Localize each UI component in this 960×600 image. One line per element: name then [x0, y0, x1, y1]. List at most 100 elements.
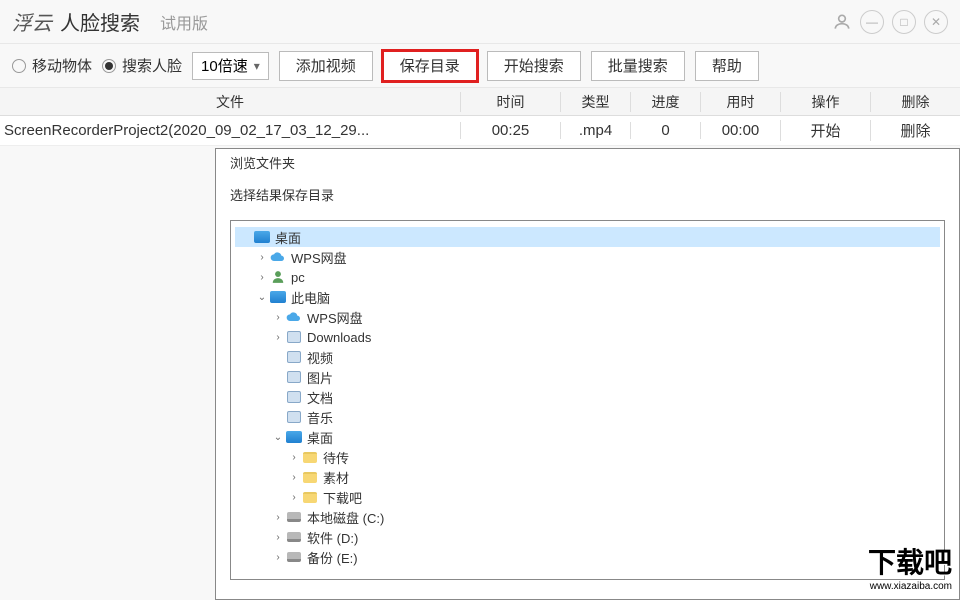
tree-item[interactable]: › 素材 [235, 467, 940, 487]
user-icon[interactable] [832, 12, 852, 32]
table-header: 文件 时间 类型 进度 用时 操作 删除 [0, 88, 960, 116]
tree-label: 素材 [323, 468, 349, 487]
toolbar: 移动物体 搜索人脸 10倍速 添加视频 保存目录 开始搜索 批量搜索 帮助 [0, 44, 960, 88]
tree-label: 文档 [307, 388, 333, 407]
generic-icon [285, 349, 303, 365]
tree-caret-icon[interactable]: ⌄ [255, 292, 269, 303]
tree-item[interactable]: 文档 [235, 387, 940, 407]
tree-item[interactable]: › 本地磁盘 (C:) [235, 507, 940, 527]
tree-caret-icon[interactable]: › [287, 452, 301, 463]
col-type-header[interactable]: 类型 [560, 92, 630, 112]
tree-caret-icon[interactable]: › [271, 552, 285, 563]
radio-label: 移动物体 [32, 55, 92, 76]
col-action-header[interactable]: 操作 [780, 92, 870, 112]
close-icon[interactable]: ✕ [924, 10, 948, 34]
drive-icon [285, 509, 303, 525]
speed-select[interactable]: 10倍速 [192, 52, 269, 80]
radio-icon [12, 59, 26, 73]
col-duration-header[interactable]: 用时 [700, 92, 780, 112]
table-row[interactable]: ScreenRecorderProject2(2020_09_02_17_03_… [0, 116, 960, 146]
tree-item[interactable]: › Downloads [235, 327, 940, 347]
tree-label: 图片 [307, 368, 333, 387]
radio-search-face[interactable]: 搜索人脸 [102, 55, 182, 76]
speed-value: 10倍速 [201, 55, 248, 76]
tree-item[interactable]: ›下载吧 [235, 487, 940, 507]
tree-label: Downloads [307, 330, 371, 345]
col-progress-header[interactable]: 进度 [630, 92, 700, 112]
tree-label: 本地磁盘 (C:) [307, 508, 384, 527]
dialog-title: 浏览文件夹 [216, 149, 959, 175]
watermark-url: www.xiazaiba.com [868, 581, 952, 592]
cloud-icon [285, 309, 303, 325]
app-version: 试用版 [160, 10, 208, 34]
tree-label: WPS网盘 [307, 308, 363, 327]
tree-item[interactable]: › WPS网盘 [235, 307, 940, 327]
cell-progress: 0 [630, 122, 700, 139]
radio-moving-object[interactable]: 移动物体 [12, 55, 92, 76]
save-directory-button[interactable]: 保存目录 [383, 51, 477, 81]
tree-item[interactable]: 桌面 [235, 227, 940, 247]
tree-caret-icon[interactable]: › [271, 512, 285, 523]
tree-item[interactable]: 图片 [235, 367, 940, 387]
tree-item[interactable]: ⌄ 桌面 [235, 427, 940, 447]
tree-label: pc [291, 270, 305, 285]
tree-label: 桌面 [307, 428, 333, 447]
tree-item[interactable]: › WPS网盘 [235, 247, 940, 267]
desktop-icon [253, 229, 271, 245]
tree-label: 软件 (D:) [307, 528, 358, 547]
tree-label: 桌面 [275, 228, 301, 247]
col-delete-header[interactable]: 删除 [870, 92, 960, 112]
tree-caret-icon[interactable]: › [271, 312, 285, 323]
start-search-button[interactable]: 开始搜索 [487, 51, 581, 81]
tree-caret-icon[interactable]: › [287, 492, 301, 503]
tree-item[interactable]: › 软件 (D:) [235, 527, 940, 547]
tree-caret-icon[interactable]: ⌄ [271, 432, 285, 443]
add-video-button[interactable]: 添加视频 [279, 51, 373, 81]
user-icon [269, 269, 287, 285]
cell-delete[interactable]: 删除 [870, 120, 960, 141]
window-controls: — □ ✕ [832, 10, 948, 34]
tree-item[interactable]: 视频 [235, 347, 940, 367]
cell-type: .mp4 [560, 122, 630, 139]
cell-action[interactable]: 开始 [780, 120, 870, 141]
col-file-header[interactable]: 文件 [0, 92, 460, 112]
tree-item[interactable]: ⌄ 此电脑 [235, 287, 940, 307]
tree-item[interactable]: › 待传 [235, 447, 940, 467]
titlebar: 浮云 人脸搜索 试用版 — □ ✕ [0, 0, 960, 44]
folder-icon [301, 489, 319, 505]
drive-icon [285, 529, 303, 545]
tree-caret-icon[interactable]: › [255, 252, 269, 263]
folder-icon [301, 449, 319, 465]
minimize-icon[interactable]: — [860, 10, 884, 34]
tree-caret-icon[interactable]: › [287, 472, 301, 483]
tree-label: 待传 [323, 448, 349, 467]
folder-icon [301, 469, 319, 485]
tree-caret-icon[interactable]: › [271, 332, 285, 343]
radio-icon [102, 59, 116, 73]
maximize-icon[interactable]: □ [892, 10, 916, 34]
desktop-icon [285, 429, 303, 445]
browse-folder-dialog: 浏览文件夹 选择结果保存目录 桌面 › WPS网盘 › pc ⌄ 此电脑 › WPS网盘 › Dow… [215, 148, 960, 600]
col-time-header[interactable]: 时间 [460, 92, 560, 112]
radio-label: 搜索人脸 [122, 55, 182, 76]
batch-search-button[interactable]: 批量搜索 [591, 51, 685, 81]
tree-label: 视频 [307, 348, 333, 367]
cloud-icon [269, 249, 287, 265]
app-name: 人脸搜索 [60, 7, 140, 36]
cell-time: 00:25 [460, 122, 560, 139]
watermark-text: 下载吧 [868, 547, 952, 578]
tree-item[interactable]: ›备份 (E:) [235, 547, 940, 567]
tree-item[interactable]: › pc [235, 267, 940, 287]
help-button[interactable]: 帮助 [695, 51, 759, 81]
cell-duration: 00:00 [700, 122, 780, 139]
tree-item[interactable]: 音乐 [235, 407, 940, 427]
tree-label: 此电脑 [291, 288, 330, 307]
tree-label: WPS网盘 [291, 248, 347, 267]
app-logo: 浮云 [12, 7, 52, 36]
tree-caret-icon[interactable]: › [271, 532, 285, 543]
dialog-subtitle: 选择结果保存目录 [216, 175, 959, 220]
tree-caret-icon[interactable]: › [255, 272, 269, 283]
folder-tree[interactable]: 桌面›WPS网盘›pc⌄此电脑›WPS网盘›Downloads视频图片文档音乐⌄… [230, 220, 945, 580]
cell-file: ScreenRecorderProject2(2020_09_02_17_03_… [0, 122, 460, 139]
drive-icon [285, 549, 303, 565]
